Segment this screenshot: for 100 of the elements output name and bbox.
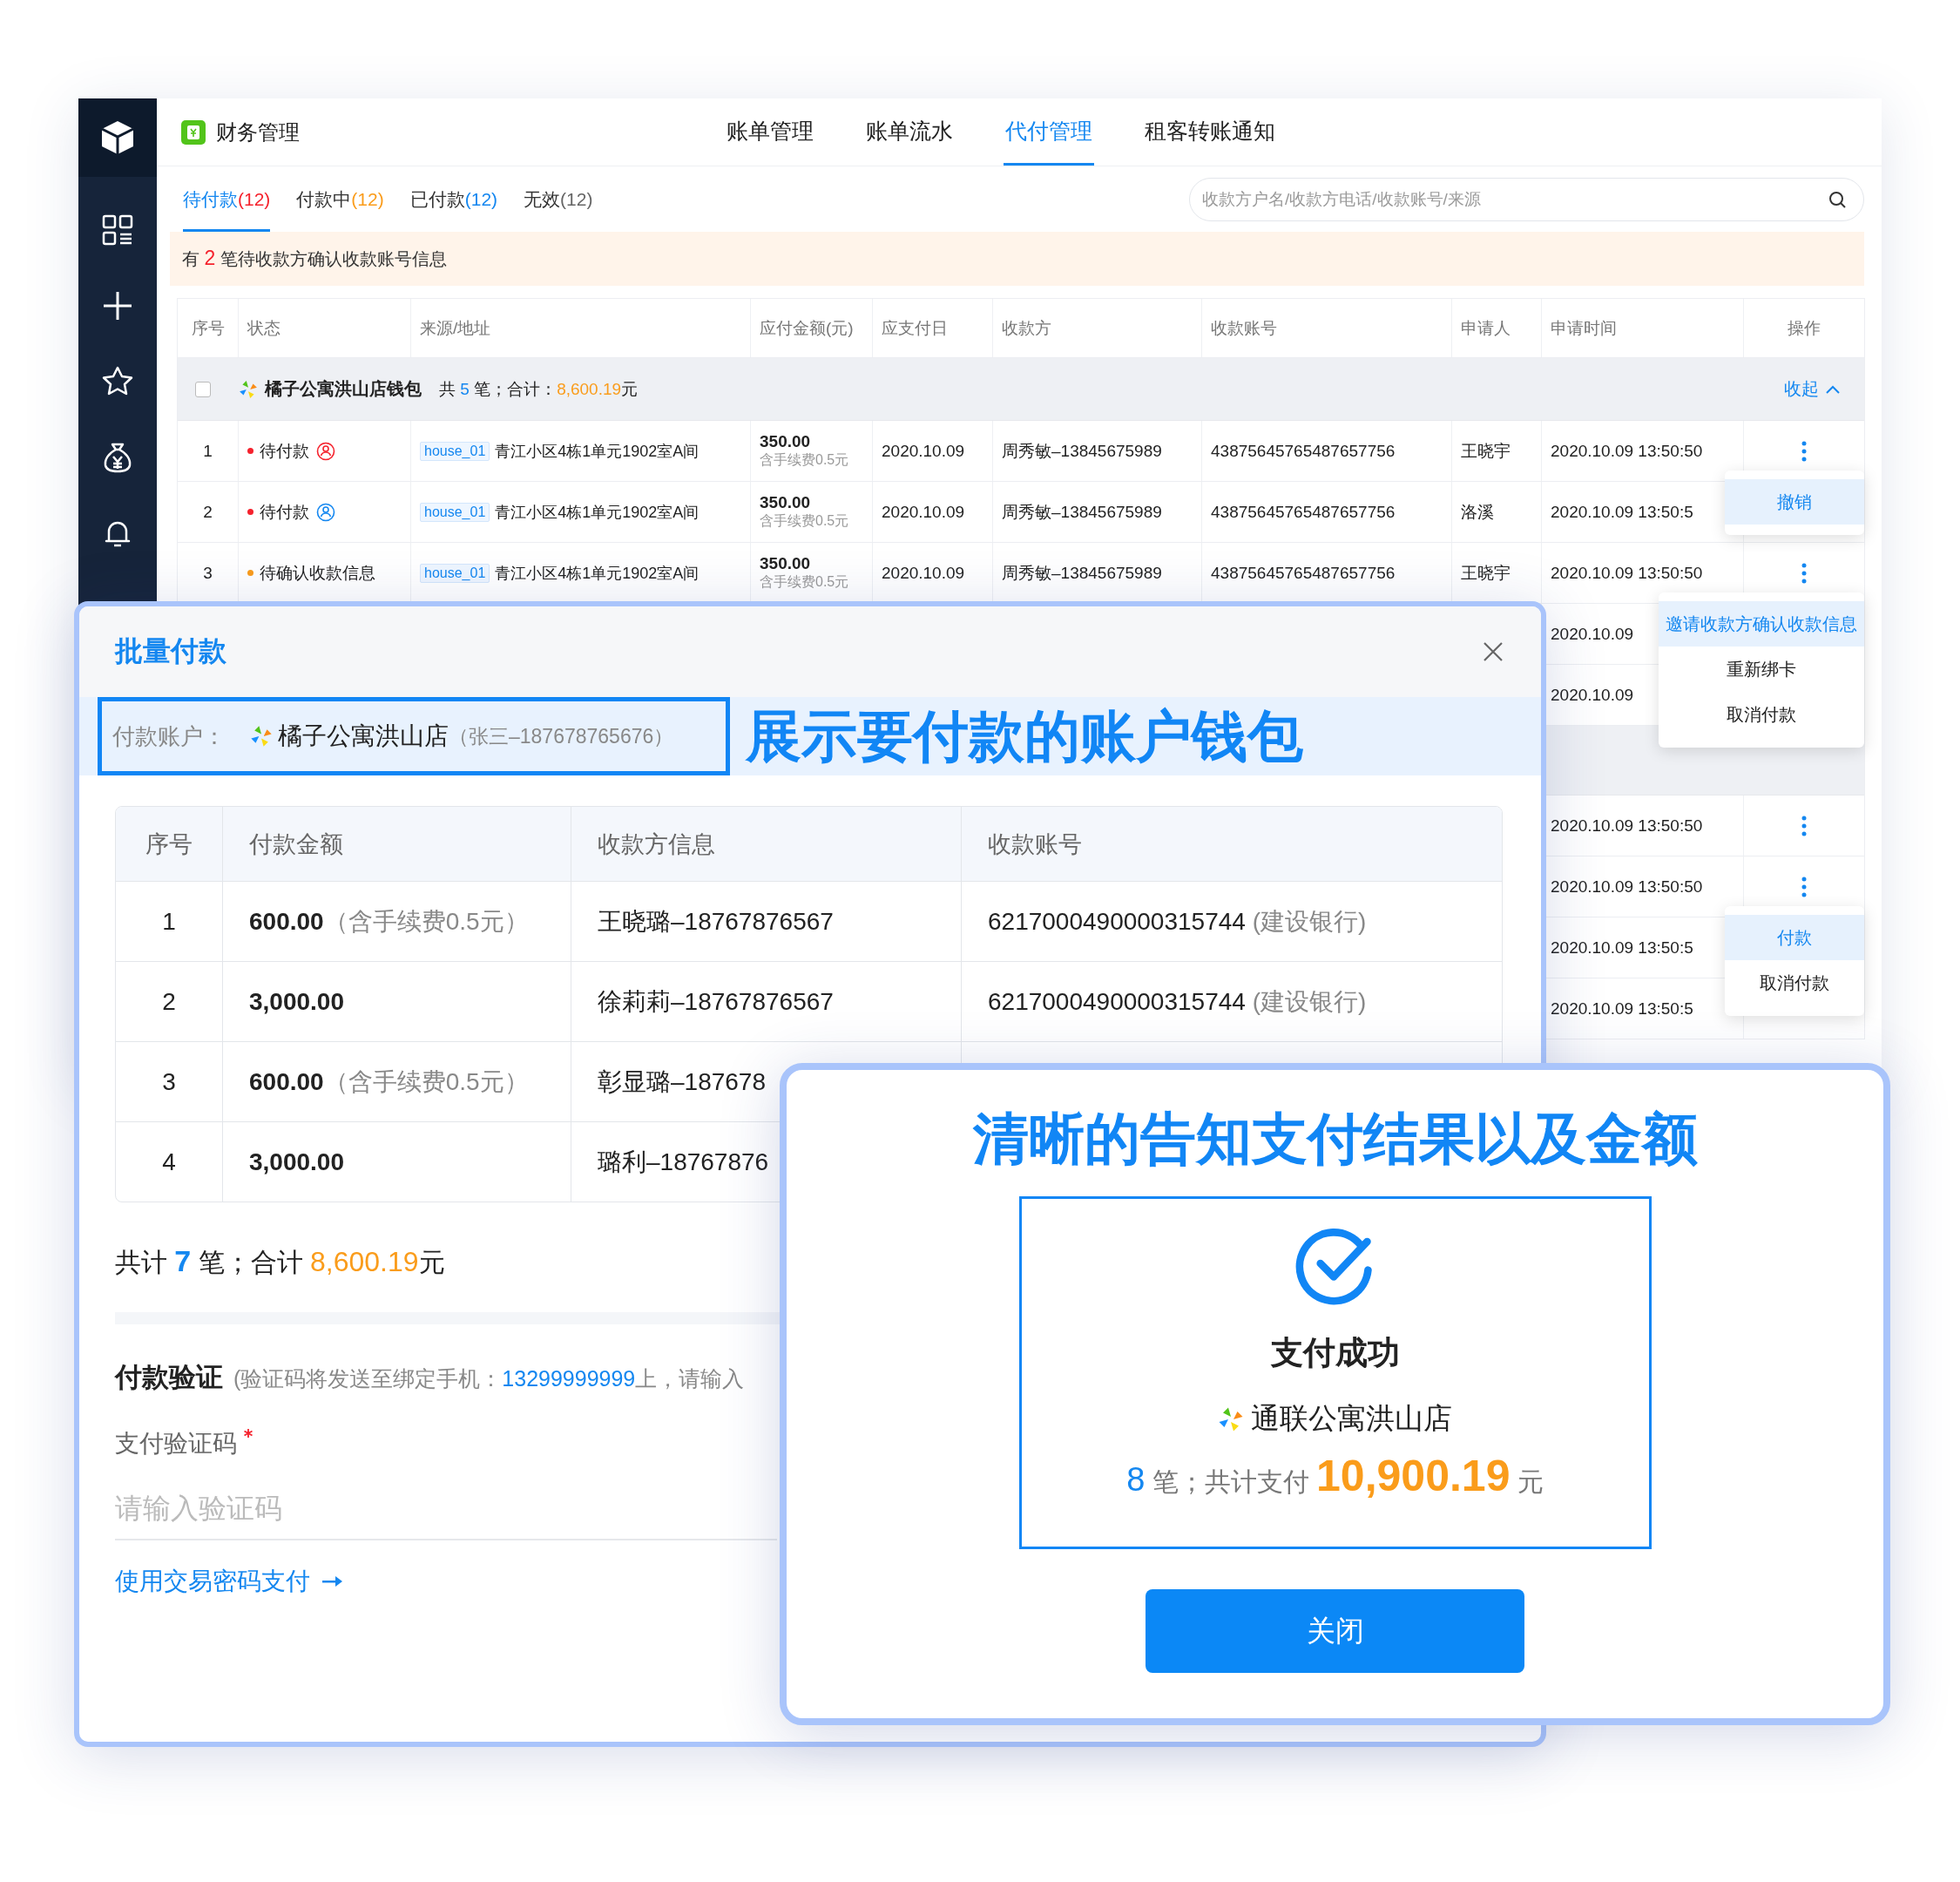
password-link[interactable]: 使用交易密码支付 [115, 1565, 343, 1598]
menu-item[interactable]: 取消付款 [1725, 960, 1864, 1005]
table-cell: 2020.10.09 13:50:50 [1551, 441, 1703, 461]
table-cell: 43875645765487657756 [1211, 441, 1396, 461]
amount-cell: 3,000.00 [249, 987, 344, 1016]
menu-item[interactable]: 重新绑卡 [1659, 647, 1864, 692]
table-cell: 2020.10.09 [882, 441, 965, 461]
more-icon[interactable] [1801, 876, 1807, 897]
more-icon[interactable] [1801, 562, 1807, 584]
column-header: 操作 [1788, 317, 1821, 339]
status-tab[interactable]: 付款中(12) [296, 166, 384, 232]
table-cell: 2 [203, 502, 213, 522]
table-cell-text: 王晓宇 [1461, 562, 1511, 584]
search-icon[interactable] [1828, 189, 1847, 209]
search-field[interactable]: 收款方户名/收款方电话/收款账号/来源 [1189, 177, 1864, 221]
account-label: 付款账户： [112, 721, 226, 751]
column-header: 付款金额 [249, 829, 343, 859]
app-title: 财务管理 [216, 118, 300, 146]
field-label: 支付验证码 [115, 1429, 237, 1459]
nav-tab[interactable]: 账单流水 [864, 98, 955, 166]
table-cell: 2020.10.09 13:50:50 [1551, 877, 1703, 897]
column-header: 申请人 [1461, 317, 1511, 339]
source-tag: house_01 [420, 563, 490, 583]
table-cell: 2 [162, 987, 176, 1016]
column-header: 收款方 [1002, 317, 1051, 339]
account-cell-text: 6217000490000315744 (建设银行) [988, 986, 1367, 1017]
address-text: 青江小区4栋1单元1902室A间 [495, 441, 700, 462]
wallet-logo-icon [1218, 1405, 1244, 1432]
close-button[interactable] [1482, 640, 1504, 663]
column-header: 序号 [145, 829, 193, 859]
column-header: 收款方信息 [598, 829, 715, 859]
status-title: 支付成功 [1270, 1334, 1400, 1372]
table-cell: 2020.10.09 [882, 563, 965, 583]
amount-cell-text: 600.00（含手续费0.5元） [249, 906, 529, 937]
section-title: 付款验证 [115, 1361, 223, 1394]
more-icon[interactable] [1801, 440, 1807, 462]
total-summary: 共计 7 笔；合计 8,600.19元 [115, 1244, 446, 1279]
column-header: 来源/地址 [420, 317, 491, 339]
fee-text: 含手续费0.5元 [760, 451, 849, 469]
table-cell-text: 徐莉莉–18767876567 [598, 986, 834, 1017]
source-tag: house_01 [420, 441, 490, 461]
table-cell: 2020.10.09 [1551, 624, 1634, 644]
more-icon[interactable] [1801, 815, 1807, 836]
table-cell: 2020.10.09 13:50:5 [1551, 502, 1693, 522]
table-cell: 1 [203, 441, 213, 461]
table-cell: 4 [162, 1147, 176, 1176]
table-cell-text: 洛溪 [1461, 501, 1494, 523]
column-header: 应支付日 [882, 317, 948, 339]
amount-cell-text: 600.00（含手续费0.5元） [249, 1066, 529, 1097]
column-header: 状态 [247, 317, 280, 339]
table-cell-text: 璐利–18767876 [598, 1147, 769, 1177]
table-cell: 2020.10.09 13:50:50 [1551, 563, 1703, 583]
column-header: 收款账号 [988, 829, 1082, 859]
input-field[interactable]: 请输入验证码 [115, 1478, 777, 1540]
table-cell-text: 周秀敏–13845675989 [1002, 440, 1162, 462]
group-name: 橘子公寓洪山店钱包 [265, 378, 422, 400]
table-cell: 43875645765487657756 [1211, 563, 1396, 583]
nav-tab[interactable]: 租客转账通知 [1143, 98, 1277, 166]
amount-text: 350.00 [760, 493, 811, 512]
table-cell: 2020.10.09 13:50:5 [1551, 938, 1693, 958]
table-cell-text: 周秀敏–13845675989 [1002, 501, 1162, 523]
fee-text: 含手续费0.5元 [760, 573, 849, 591]
wallet-logo-icon [250, 725, 273, 748]
table-cell-text: 王晓宇 [1461, 440, 1511, 462]
group-summary: 共 5 笔；合计：8,600.19元 [439, 378, 639, 400]
amount-text: 350.00 [760, 554, 811, 573]
status-tab[interactable]: 无效(12) [524, 166, 593, 232]
plus-icon[interactable] [101, 289, 134, 322]
nav-tab[interactable]: 代付管理 [1004, 98, 1094, 166]
wallet-logo-icon [239, 379, 258, 399]
status-text: 待确认收款信息 [260, 562, 375, 584]
notice-text: 有 2 笔待收款方确认收款账号信息 [182, 247, 447, 271]
account-cell-text: 6217000490000315744 (建设银行) [988, 906, 1367, 937]
source-tag: house_01 [420, 502, 490, 522]
payment-result: 8 笔；共计支付 10,900.19 元 [1126, 1451, 1544, 1501]
app-icon [181, 119, 206, 145]
close-button[interactable]: 关闭 [1146, 1589, 1524, 1673]
table-cell: 2020.10.09 13:50:5 [1551, 999, 1693, 1019]
column-header: 收款账号 [1211, 317, 1277, 339]
table-cell: 2020.10.09 13:50:50 [1551, 816, 1703, 836]
table-cell: 43875645765487657756 [1211, 502, 1396, 522]
table-cell: 3 [162, 1067, 176, 1096]
column-header: 申请时间 [1551, 317, 1617, 339]
address-text: 青江小区4栋1单元1902室A间 [495, 563, 700, 584]
grid-icon[interactable] [101, 213, 134, 247]
table-cell: 2020.10.09 [882, 502, 965, 522]
arrow-right-icon [322, 1575, 343, 1588]
fee-text: 含手续费0.5元 [760, 512, 849, 530]
table-cell-text: 周秀敏–13845675989 [1002, 562, 1162, 584]
status-tab[interactable]: 已付款(12) [409, 166, 498, 232]
amount-text: 350.00 [760, 432, 811, 451]
nav-tab[interactable]: 账单管理 [725, 98, 815, 166]
annotation-text: 清晰的告知支付结果以及金额 [972, 1107, 1698, 1172]
account-owner: （张三–187678765676） [449, 723, 674, 749]
status-text: 待付款 [260, 440, 309, 462]
checkbox[interactable] [195, 381, 211, 397]
amount-cell: 3,000.00 [249, 1147, 344, 1176]
chevron-up-icon [1826, 384, 1840, 394]
store-name: 通联公寓洪山店 [1251, 1401, 1452, 1436]
menu-item[interactable]: 取消付款 [1659, 692, 1864, 737]
